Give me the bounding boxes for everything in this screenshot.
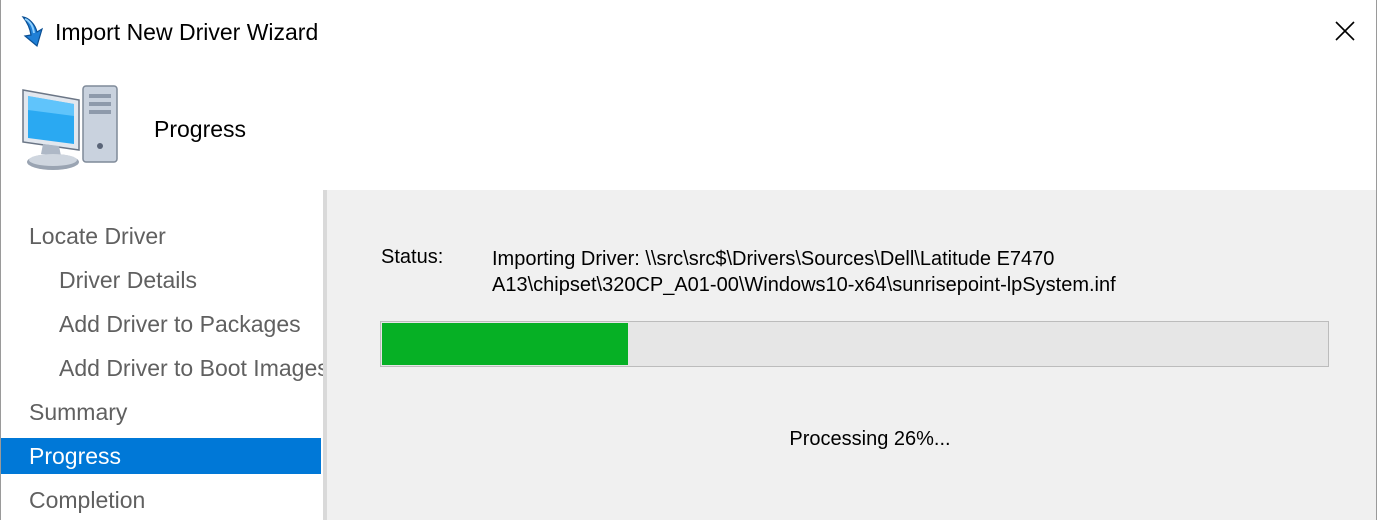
nav-item-label: Summary [29, 399, 128, 425]
status-line-1: Importing Driver: \\src\src$\Drivers\Sou… [492, 248, 1055, 270]
close-icon [1322, 21, 1368, 58]
title-bar: Import New Driver Wizard [1, 0, 1376, 64]
page-title: Progress [154, 116, 247, 142]
wizard-steps-nav: Locate Driver Driver Details Add Driver … [1, 190, 327, 520]
progress-bar-fill [382, 323, 628, 365]
nav-item-label: Driver Details [59, 267, 198, 293]
nav-item-label: Completion [29, 487, 146, 513]
status-label: Status: [381, 246, 444, 268]
processing-status-text: Processing 26%... [789, 428, 951, 450]
nav-item-label: Locate Driver [29, 223, 166, 249]
close-button[interactable] [1322, 8, 1368, 54]
status-line-2: A13\chipset\320CP_A01-00\Windows10-x64\s… [492, 274, 1116, 296]
nav-item-add-driver-to-packages[interactable]: Add Driver to Packages [1, 306, 323, 342]
wizard-body: Locate Driver Driver Details Add Driver … [1, 190, 1376, 520]
blue-arrow-icon [19, 14, 49, 50]
nav-item-label: Add Driver to Boot Images [59, 355, 327, 381]
nav-item-completion[interactable]: Completion [1, 482, 323, 518]
status-value: Importing Driver: \\src\src$\Drivers\Sou… [492, 246, 1212, 298]
nav-item-add-driver-to-boot-images[interactable]: Add Driver to Boot Images [1, 350, 323, 386]
import-driver-wizard-window: Import New Driver Wizard Progress Locate… [0, 0, 1377, 520]
progress-bar [380, 321, 1329, 367]
nav-item-summary[interactable]: Summary [1, 394, 323, 430]
wizard-header: Progress [1, 64, 1376, 190]
nav-item-label: Progress [29, 443, 122, 469]
nav-item-progress[interactable]: Progress [1, 438, 321, 474]
computer-icon [17, 80, 125, 174]
window-title: Import New Driver Wizard [55, 19, 319, 45]
nav-item-label: Add Driver to Packages [59, 311, 301, 337]
progress-panel: Status: Importing Driver: \\src\src$\Dri… [327, 190, 1376, 520]
nav-item-locate-driver[interactable]: Locate Driver [1, 218, 323, 254]
nav-item-driver-details[interactable]: Driver Details [1, 262, 323, 298]
